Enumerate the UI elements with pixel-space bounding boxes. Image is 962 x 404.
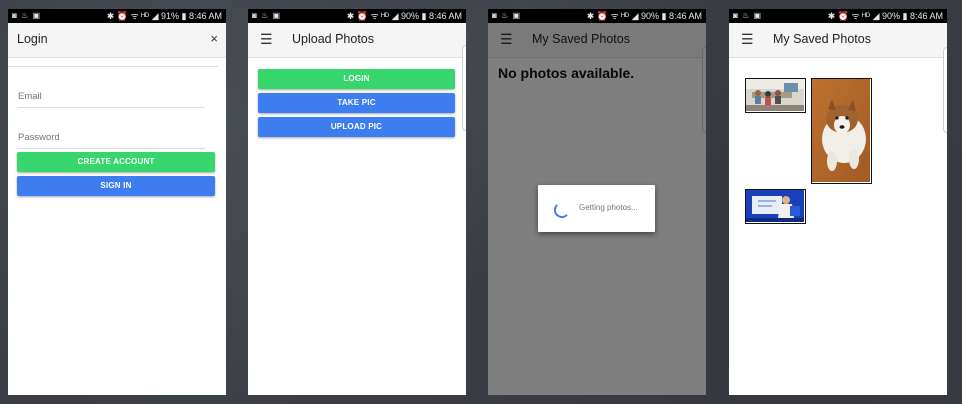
edge-panel-handle[interactable]	[462, 45, 466, 131]
app-bar: ☰ Upload Photos	[248, 23, 466, 58]
classroom-photo-image	[746, 79, 804, 111]
saved-photos-screen: ◙ ♨ ▣ ✱ ⏰ ᯤ ᴴᴰ ◢ 90% ▮ 8:46 AM ☰ My Save…	[729, 9, 947, 395]
notification-icons: ◙ ♨ ▣	[492, 11, 522, 20]
edge-panel-handle[interactable]	[943, 47, 947, 133]
close-icon[interactable]: ×	[210, 31, 218, 46]
take-pic-button[interactable]: TAKE PIC	[258, 93, 455, 113]
page-title: Upload Photos	[292, 32, 375, 46]
page-title: My Saved Photos	[773, 32, 871, 46]
upload-photos-screen: ◙ ♨ ▣ ✱ ⏰ ᯤ ᴴᴰ ◢ 90% ▮ 8:46 AM ☰ Upload …	[248, 9, 466, 395]
password-field[interactable]	[18, 126, 205, 149]
divider	[8, 66, 218, 67]
photo-thumbnail-presentation[interactable]	[745, 189, 806, 224]
notification-icons: ◙ ♨ ▣	[12, 11, 42, 20]
sign-in-button[interactable]: SIGN IN	[17, 176, 215, 196]
login-button[interactable]: LOGIN	[258, 69, 455, 89]
status-bar: ◙ ♨ ▣ ✱ ⏰ ᯤ ᴴᴰ ◢ 90% ▮ 8:46 AM	[488, 9, 706, 23]
loading-dialog: Getting photos...	[538, 185, 655, 232]
email-field[interactable]	[18, 85, 205, 108]
saved-photos-loading-screen: ◙ ♨ ▣ ✱ ⏰ ᯤ ᴴᴰ ◢ 90% ▮ 8:46 AM ☰ My Save…	[488, 9, 706, 395]
status-readout: ✱ ⏰ ᯤ ᴴᴰ ◢ 90% ▮ 8:46 AM	[827, 11, 943, 21]
menu-icon[interactable]: ☰	[260, 32, 274, 46]
notification-icons: ◙ ♨ ▣	[733, 11, 763, 20]
photo-thumbnail-dog[interactable]	[811, 78, 872, 184]
upload-pic-button[interactable]: UPLOAD PIC	[258, 117, 455, 137]
status-readout: ✱ ⏰ ᯤ ᴴᴰ ◢ 90% ▮ 8:46 AM	[586, 11, 702, 21]
status-bar: ◙ ♨ ▣ ✱ ⏰ ᯤ ᴴᴰ ◢ 90% ▮ 8:46 AM	[248, 9, 466, 23]
app-bar: ☰ My Saved Photos	[729, 23, 947, 58]
login-screen: ◙ ♨ ▣ ✱ ⏰ ᯤ ᴴᴰ ◢ 91% ▮ 8:46 AM Login × C…	[8, 9, 226, 395]
app-bar: Login ×	[8, 23, 226, 58]
status-readout: ✱ ⏰ ᯤ ᴴᴰ ◢ 91% ▮ 8:46 AM	[106, 11, 222, 21]
photo-thumbnail-classroom[interactable]	[745, 78, 806, 113]
menu-icon[interactable]: ☰	[741, 32, 755, 46]
loading-message: Getting photos...	[579, 203, 638, 212]
status-bar: ◙ ♨ ▣ ✱ ⏰ ᯤ ᴴᴰ ◢ 90% ▮ 8:46 AM	[729, 9, 947, 23]
dog-photo-image	[812, 79, 870, 182]
spinner-icon	[554, 202, 570, 218]
presentation-photo-image	[746, 190, 804, 222]
notification-icons: ◙ ♨ ▣	[252, 11, 282, 20]
status-readout: ✱ ⏰ ᯤ ᴴᴰ ◢ 90% ▮ 8:46 AM	[346, 11, 462, 21]
create-account-button[interactable]: CREATE ACCOUNT	[17, 152, 215, 172]
page-title: Login	[17, 32, 48, 46]
status-bar: ◙ ♨ ▣ ✱ ⏰ ᯤ ᴴᴰ ◢ 91% ▮ 8:46 AM	[8, 9, 226, 23]
